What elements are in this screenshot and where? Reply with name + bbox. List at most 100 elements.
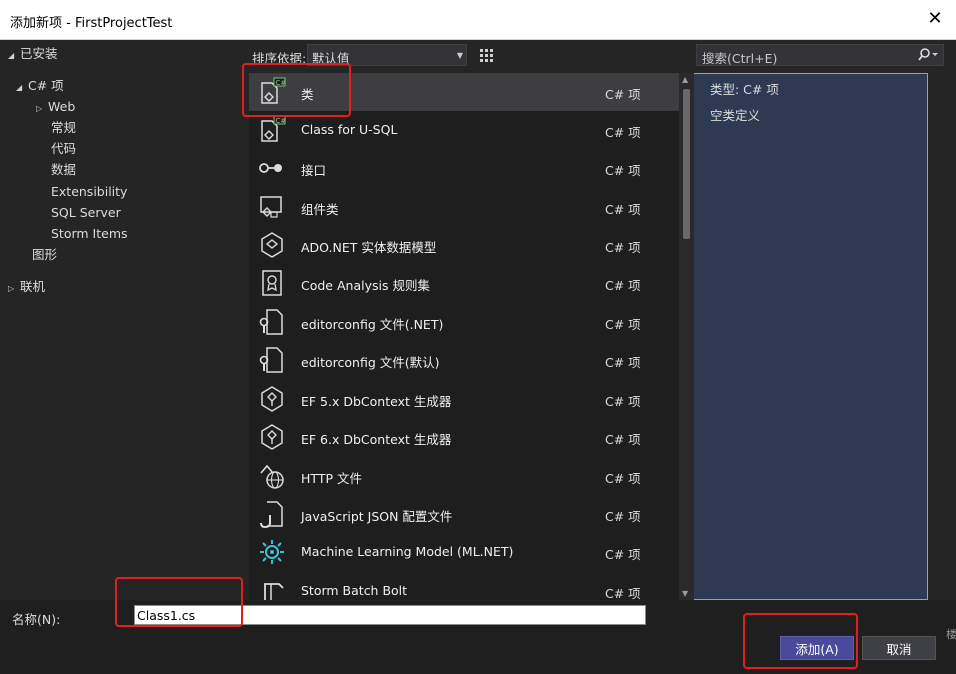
list-scrollbar[interactable]: ▲ ▼ (679, 73, 694, 600)
item-name: JavaScript JSON 配置文件 (301, 509, 453, 524)
list-item[interactable]: C# Class for U-SQL C# 项 (249, 111, 679, 149)
entity-model-icon (261, 232, 283, 258)
title-bar: 添加新项 - FirstProjectTest ✕ (0, 0, 956, 40)
collapse-triangle-icon[interactable]: ◢ (8, 46, 20, 66)
svg-text:C#: C# (276, 79, 287, 87)
list-item[interactable]: C# 类 C# 项 (249, 73, 679, 111)
item-name: EF 6.x DbContext 生成器 (301, 432, 452, 447)
storm-bolt-icon (264, 583, 284, 600)
scroll-thumb[interactable] (683, 89, 690, 239)
tree-item-data[interactable]: 数据 (51, 160, 76, 180)
edge-text: 楼 (946, 628, 956, 641)
name-label: 名称(N): (12, 612, 61, 627)
json-config-icon (260, 501, 283, 529)
item-name: Storm Batch Bolt (301, 583, 408, 598)
tree-item-extensibility[interactable]: Extensibility (51, 182, 127, 202)
list-item[interactable]: Code Analysis 规则集 C# 项 (249, 264, 679, 302)
list-item[interactable]: JavaScript JSON 配置文件 C# 项 (249, 495, 679, 533)
dbcontext-icon (261, 386, 283, 412)
sort-dropdown[interactable]: 默认值 ▼ (307, 44, 467, 66)
dbcontext-icon (261, 424, 283, 450)
tree-item-online[interactable]: ▷ 联机 (8, 277, 45, 297)
item-language: C# 项 (605, 240, 641, 255)
item-name: 类 (301, 87, 314, 102)
svg-text:C#: C# (276, 117, 287, 125)
template-category-tree: ◢ 已安装 ◢ C# 项 ▷ Web 常规 代码 数据 Extensibility S… (0, 40, 245, 600)
editorconfig-icon (259, 309, 283, 335)
sort-label: 排序依据: (252, 51, 307, 66)
search-icon[interactable] (917, 47, 939, 63)
editorconfig-icon (259, 347, 283, 373)
details-panel: 类型: C# 项 空类定义 (696, 73, 946, 600)
item-language: C# 项 (605, 586, 641, 600)
tree-item-general[interactable]: 常规 (51, 118, 76, 138)
list-item[interactable]: editorconfig 文件(默认) C# 项 (249, 341, 679, 379)
sort-value: 默认值 (312, 51, 350, 66)
item-type: 类型: C# 项 (710, 82, 779, 97)
list-item[interactable]: Machine Learning Model (ML.NET) C# 项 (249, 533, 679, 571)
tree-item-sql-server[interactable]: SQL Server (51, 203, 121, 223)
item-name: EF 5.x DbContext 生成器 (301, 394, 452, 409)
item-name: HTTP 文件 (301, 471, 362, 486)
item-language: C# 项 (605, 509, 641, 524)
tree-item-csharp[interactable]: ◢ C# 项 (16, 76, 64, 96)
close-icon[interactable]: ✕ (924, 8, 946, 30)
scroll-up-icon[interactable]: ▲ (682, 75, 688, 84)
expand-triangle-icon[interactable]: ▷ (36, 99, 48, 119)
window-title: 添加新项 - FirstProjectTest (10, 16, 173, 31)
list-item[interactable]: 接口 C# 项 (249, 149, 679, 187)
class-icon: C# (261, 77, 287, 104)
list-item[interactable]: HTTP 文件 C# 项 (249, 457, 679, 495)
item-language: C# 项 (605, 125, 641, 140)
search-placeholder: 搜索(Ctrl+E) (702, 51, 778, 66)
list-item[interactable]: editorconfig 文件(.NET) C# 项 (249, 303, 679, 341)
add-button[interactable]: 添加(A) (780, 636, 854, 660)
item-name: ADO.NET 实体数据模型 (301, 240, 437, 255)
grid-view-icon (480, 49, 493, 62)
name-field[interactable] (134, 605, 646, 625)
list-item[interactable]: EF 6.x DbContext 生成器 C# 项 (249, 418, 679, 456)
dialog-body: ◢ 已安装 ◢ C# 项 ▷ Web 常规 代码 数据 Extensibility S… (0, 40, 956, 600)
item-name: 组件类 (301, 202, 339, 217)
tree-item-web[interactable]: ▷ Web (36, 97, 75, 117)
item-name: editorconfig 文件(默认) (301, 355, 440, 370)
search-input[interactable]: 搜索(Ctrl+E) (696, 44, 944, 66)
list-item[interactable]: Storm Batch Bolt C# 项 (249, 572, 679, 600)
scroll-down-icon[interactable]: ▼ (682, 589, 688, 598)
usql-class-icon: C# (261, 115, 287, 142)
component-icon (260, 196, 282, 218)
item-description: 空类定义 (710, 108, 761, 123)
tree-item-storm-items[interactable]: Storm Items (51, 224, 128, 244)
list-item[interactable]: 组件类 C# 项 (249, 188, 679, 226)
expand-triangle-icon[interactable]: ▷ (8, 279, 20, 299)
bottom-bar: 名称(N): 添加(A) 取消 楼 (0, 600, 956, 674)
item-name: editorconfig 文件(.NET) (301, 317, 444, 332)
ruleset-icon (262, 270, 282, 296)
item-language: C# 项 (605, 202, 641, 217)
collapse-triangle-icon[interactable]: ◢ (16, 78, 28, 98)
tree-item-code[interactable]: 代码 (51, 139, 76, 159)
list-item[interactable]: ADO.NET 实体数据模型 C# 项 (249, 226, 679, 264)
list-item[interactable]: EF 5.x DbContext 生成器 C# 项 (249, 380, 679, 418)
tree-item-graphics[interactable]: 图形 (32, 245, 57, 265)
item-language: C# 项 (605, 87, 641, 102)
item-language: C# 项 (605, 471, 641, 486)
item-language: C# 项 (605, 432, 641, 447)
item-name: 接口 (301, 163, 327, 178)
list-toolbar: 排序依据: 默认值 ▼ (245, 40, 928, 600)
grid-view-button[interactable] (475, 44, 497, 66)
ml-model-icon (260, 540, 284, 564)
item-language: C# 项 (605, 355, 641, 370)
http-file-icon (260, 464, 284, 489)
item-language: C# 项 (605, 317, 641, 332)
interface-icon (259, 163, 282, 173)
tree-item-installed[interactable]: ◢ 已安装 (8, 44, 58, 64)
cancel-button[interactable]: 取消 (862, 636, 936, 660)
item-name: Machine Learning Model (ML.NET) (301, 544, 514, 559)
item-language: C# 项 (605, 278, 641, 293)
template-list[interactable]: C# 类 C# 项 C# Class for U-SQL C# 项 接口 C# … (249, 73, 679, 600)
item-language: C# 项 (605, 394, 641, 409)
item-name: Code Analysis 规则集 (301, 278, 430, 293)
chevron-down-icon: ▼ (456, 51, 463, 60)
item-language: C# 项 (605, 547, 641, 562)
